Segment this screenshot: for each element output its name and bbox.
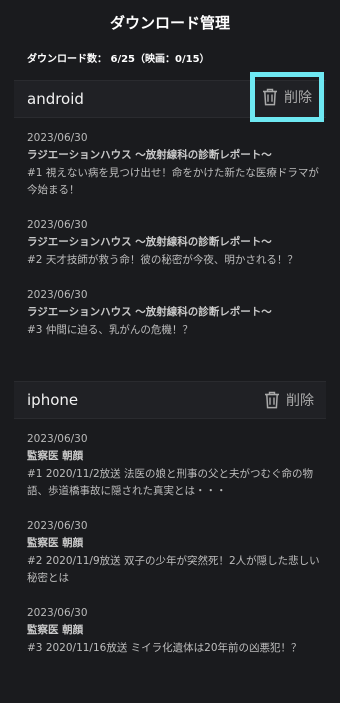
episode-date: 2023/06/30 bbox=[27, 219, 88, 231]
trash-icon bbox=[264, 391, 280, 409]
trash-icon bbox=[262, 88, 278, 106]
episode-item[interactable]: 2023/06/30 ラジエーションハウス 〜放射線科の診断レポート〜 #2 天… bbox=[27, 218, 320, 269]
episode-item[interactable]: 2023/06/30 監察医 朝顔 #1 2020/11/2放送 法医の娘と刑事… bbox=[27, 432, 320, 500]
episode-date: 2023/06/30 bbox=[27, 132, 88, 144]
episode-title: 監察医 朝顔 bbox=[27, 450, 84, 462]
episode-date: 2023/06/30 bbox=[27, 289, 88, 301]
delete-button[interactable]: 削除 bbox=[250, 72, 324, 122]
episode-description: #3 2020/11/16放送 ミイラ化遺体は20年前の凶悪犯！？ bbox=[27, 642, 302, 654]
download-count-value: 6/25（映画：0/15） bbox=[110, 54, 210, 65]
episode-title: ラジエーションハウス 〜放射線科の診断レポート〜 bbox=[27, 236, 272, 248]
delete-button-label: 削除 bbox=[286, 393, 314, 409]
episode-item[interactable]: 2023/06/30 ラジエーションハウス 〜放射線科の診断レポート〜 #3 仲… bbox=[27, 288, 320, 339]
episode-item[interactable]: 2023/06/30 ラジエーションハウス 〜放射線科の診断レポート〜 #1 視… bbox=[27, 131, 320, 199]
device-name: iphone bbox=[27, 391, 79, 409]
episode-item[interactable]: 2023/06/30 監察医 朝顔 #3 2020/11/16放送 ミイラ化遺体… bbox=[27, 606, 320, 657]
device-name: android bbox=[27, 90, 84, 108]
episode-title: ラジエーションハウス 〜放射線科の診断レポート〜 bbox=[27, 149, 272, 161]
device-section-iphone: iphone 削除 2023/06/30 監察医 朝顔 #1 2020/11/2… bbox=[0, 381, 340, 657]
episode-description: #3 仲間に迫る、乳がんの危機！？ bbox=[27, 324, 193, 336]
episode-description: #1 2020/11/2放送 法医の娘と刑事の父と夫がつむぐ命の物語、歩道橋事故… bbox=[27, 468, 313, 497]
delete-button[interactable]: 削除 bbox=[258, 386, 320, 414]
device-header: iphone 削除 bbox=[14, 381, 326, 419]
device-header: android 削除 bbox=[14, 72, 326, 122]
episode-date: 2023/06/30 bbox=[27, 607, 88, 619]
episode-list: 2023/06/30 ラジエーションハウス 〜放射線科の診断レポート〜 #1 視… bbox=[27, 131, 320, 339]
episode-title: ラジエーションハウス 〜放射線科の診断レポート〜 bbox=[27, 306, 272, 318]
episode-date: 2023/06/30 bbox=[27, 433, 88, 445]
episode-description: #2 天才技師が救う命！彼の秘密が今夜、明かされる！？ bbox=[27, 254, 298, 266]
episode-description: #2 2020/11/9放送 双子の少年が突然死！2人が隠した悲しい秘密とは bbox=[27, 555, 320, 584]
download-count: ダウンロード数： 6/25（映画：0/15） bbox=[0, 50, 340, 65]
episode-list: 2023/06/30 監察医 朝顔 #1 2020/11/2放送 法医の娘と刑事… bbox=[27, 432, 320, 657]
episode-date: 2023/06/30 bbox=[27, 520, 88, 532]
device-section-android: android 削除 2023/06/30 ラジエーションハウス 〜放射線科の診… bbox=[0, 72, 340, 339]
episode-title: 監察医 朝顔 bbox=[27, 537, 84, 549]
episode-item[interactable]: 2023/06/30 監察医 朝顔 #2 2020/11/9放送 双子の少年が突… bbox=[27, 519, 320, 587]
delete-button-label: 削除 bbox=[284, 90, 312, 106]
episode-title: 監察医 朝顔 bbox=[27, 624, 84, 636]
episode-description: #1 視えない病を見つけ出せ！命をかけた新たな医療ドラマが今始まる！ bbox=[27, 167, 319, 196]
page-title: ダウンロード管理 bbox=[109, 14, 230, 32]
download-count-label: ダウンロード数： bbox=[27, 54, 107, 65]
